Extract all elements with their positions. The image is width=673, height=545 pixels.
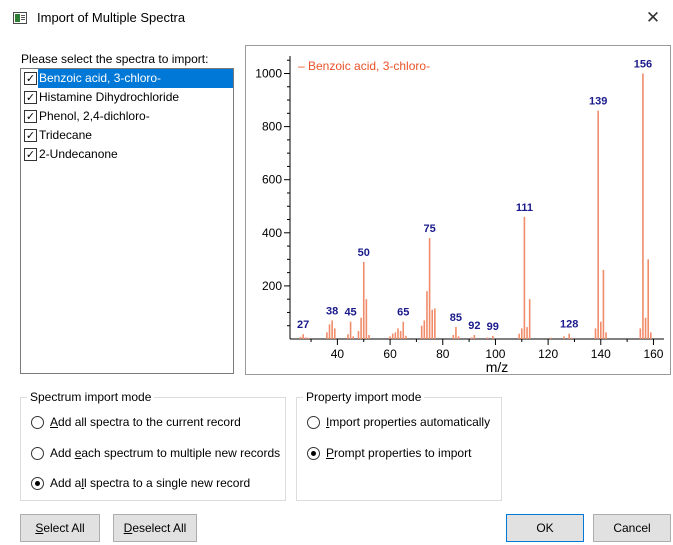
peak-label: 75 xyxy=(423,223,435,235)
peak-label: 45 xyxy=(344,307,356,319)
x-axis-label: m/z xyxy=(486,359,509,375)
peak-label: 38 xyxy=(326,305,338,317)
property-import-mode-group: Property import mode Import properties a… xyxy=(296,390,502,501)
x-tick-label: 160 xyxy=(643,347,663,361)
title-bar: Import of Multiple Spectra ✕ xyxy=(0,0,673,38)
list-item-label: 2-Undecanone xyxy=(39,147,118,161)
checkbox-checked-icon[interactable]: ✓ xyxy=(24,148,37,161)
peak-label: 139 xyxy=(589,96,607,108)
checkbox-checked-icon[interactable]: ✓ xyxy=(24,129,37,142)
radio-button-icon[interactable] xyxy=(307,416,320,430)
radio-prompt-properties[interactable]: Prompt properties to import xyxy=(307,444,471,462)
x-tick-label: 120 xyxy=(538,347,558,361)
radio-add-to-multiple[interactable]: Add each spectrum to multiple new record… xyxy=(31,444,280,462)
list-item-label: Phenol, 2,4-dichloro- xyxy=(39,109,150,123)
list-item-phenol[interactable]: ✓ Phenol, 2,4-dichloro- xyxy=(21,107,233,126)
x-tick-label: 140 xyxy=(591,347,611,361)
y-tick-label: 200 xyxy=(262,279,282,293)
spectrum-import-mode-group: Spectrum import mode Add all spectra to … xyxy=(20,390,286,501)
list-item-label: Tridecane xyxy=(39,128,92,142)
list-item-label: Histamine Dihydrochloride xyxy=(39,90,180,104)
cancel-button[interactable]: Cancel xyxy=(593,514,671,542)
x-tick-label: 40 xyxy=(331,347,345,361)
deselect-all-button[interactable]: Deselect All xyxy=(113,514,197,542)
spectra-list[interactable]: ✓ Benzoic acid, 3-chloro- ✓ Histamine Di… xyxy=(20,68,234,374)
select-all-button[interactable]: Select All xyxy=(20,514,100,542)
radio-add-to-single[interactable]: Add all spectra to a single new record xyxy=(31,474,250,492)
close-icon[interactable]: ✕ xyxy=(641,6,665,30)
checkbox-checked-icon[interactable]: ✓ xyxy=(24,91,37,104)
peak-label: 65 xyxy=(397,307,409,319)
spectra-list-label: Please select the spectra to import: xyxy=(21,52,209,66)
list-item-histamine[interactable]: ✓ Histamine Dihydrochloride xyxy=(21,88,233,107)
list-item-undecanone[interactable]: ✓ 2-Undecanone xyxy=(21,145,233,164)
radio-import-automatically[interactable]: Import properties automatically xyxy=(307,413,490,431)
peak-label: 50 xyxy=(358,247,370,259)
spectrum-plot: 200400600800100040 60 80 100 120 140 160m/z273… xyxy=(255,56,664,375)
peak-label: 128 xyxy=(560,319,578,331)
peak-label: 99 xyxy=(487,321,499,333)
radio-button-icon[interactable] xyxy=(31,416,44,430)
peak-label: 27 xyxy=(297,319,309,331)
checkbox-checked-icon[interactable]: ✓ xyxy=(24,72,37,85)
list-item-benzoic-acid[interactable]: ✓ Benzoic acid, 3-chloro- xyxy=(21,69,233,88)
peak-label: 85 xyxy=(450,312,462,324)
radio-add-to-current[interactable]: Add all spectra to the current record xyxy=(31,413,241,431)
ok-button[interactable]: OK xyxy=(506,514,584,542)
app-icon xyxy=(13,12,27,24)
y-tick-label: 1000 xyxy=(255,67,282,81)
peak-label: 156 xyxy=(634,59,652,71)
legend-label: – Benzoic acid, 3-chloro- xyxy=(298,59,430,73)
group-title: Spectrum import mode xyxy=(27,390,155,404)
x-tick-label: 60 xyxy=(383,347,397,361)
y-tick-label: 600 xyxy=(262,173,282,187)
window-title: Import of Multiple Spectra xyxy=(37,10,186,25)
radio-button-icon[interactable] xyxy=(31,447,44,461)
x-tick-label: 80 xyxy=(436,347,450,361)
list-item-tridecane[interactable]: ✓ Tridecane xyxy=(21,126,233,145)
list-item-label: Benzoic acid, 3-chloro- xyxy=(38,69,233,88)
radio-button-selected-icon[interactable] xyxy=(31,477,44,491)
radio-button-selected-icon[interactable] xyxy=(307,447,320,461)
spectrum-chart: 200 400 600 800 1000 40 60 80 100 120 140 160 m/z 27 3… xyxy=(245,45,671,375)
peak-label: 111 xyxy=(516,202,533,214)
y-tick-label: 400 xyxy=(262,226,282,240)
checkbox-checked-icon[interactable]: ✓ xyxy=(24,110,37,123)
y-tick-label: 800 xyxy=(262,120,282,134)
group-title: Property import mode xyxy=(303,390,425,404)
peak-label: 92 xyxy=(468,320,480,332)
